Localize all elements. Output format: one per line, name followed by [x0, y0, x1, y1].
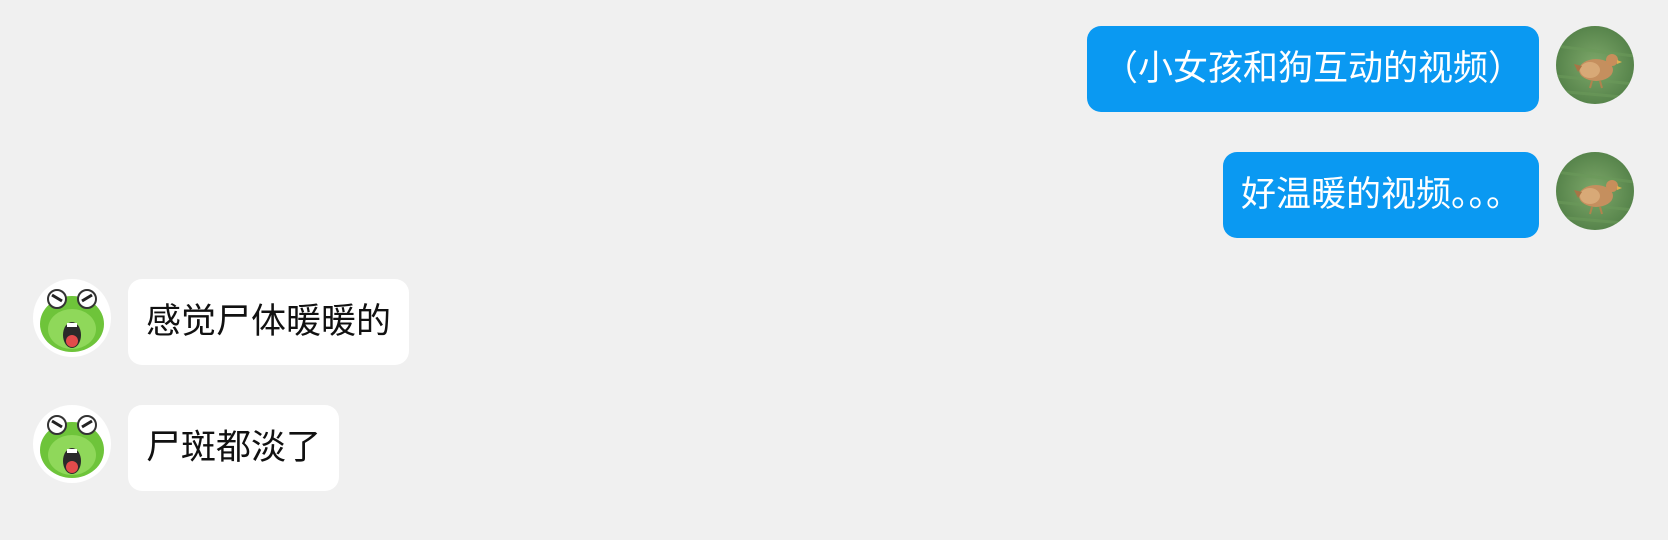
chicken-icon [1556, 152, 1634, 230]
message-row-outgoing: 好温暖的视频。。。 [0, 152, 1668, 238]
chat-thread: （小女孩和狗互动的视频） 好温暖的视频。。。 感觉尸体暖暖的 尸斑都淡了 [0, 0, 1668, 540]
message-bubble-incoming[interactable]: 尸斑都淡了 [128, 405, 340, 491]
frog-icon [33, 279, 111, 357]
message-row-incoming: 尸斑都淡了 [0, 405, 1668, 491]
green-frog-emoji-avatar[interactable] [33, 405, 111, 483]
frog-icon [33, 405, 111, 483]
chicken-icon [1556, 26, 1634, 104]
message-bubble-outgoing[interactable]: 好温暖的视频。。。 [1222, 152, 1539, 238]
message-row-incoming: 感觉尸体暖暖的 [0, 279, 1668, 365]
message-bubble-incoming[interactable]: 感觉尸体暖暖的 [128, 279, 410, 365]
chicken-in-grass-avatar[interactable] [1556, 26, 1634, 104]
message-row-outgoing: （小女孩和狗互动的视频） [0, 26, 1668, 112]
chicken-in-grass-avatar[interactable] [1556, 152, 1634, 230]
message-bubble-outgoing[interactable]: （小女孩和狗互动的视频） [1086, 26, 1539, 112]
green-frog-emoji-avatar[interactable] [33, 279, 111, 357]
